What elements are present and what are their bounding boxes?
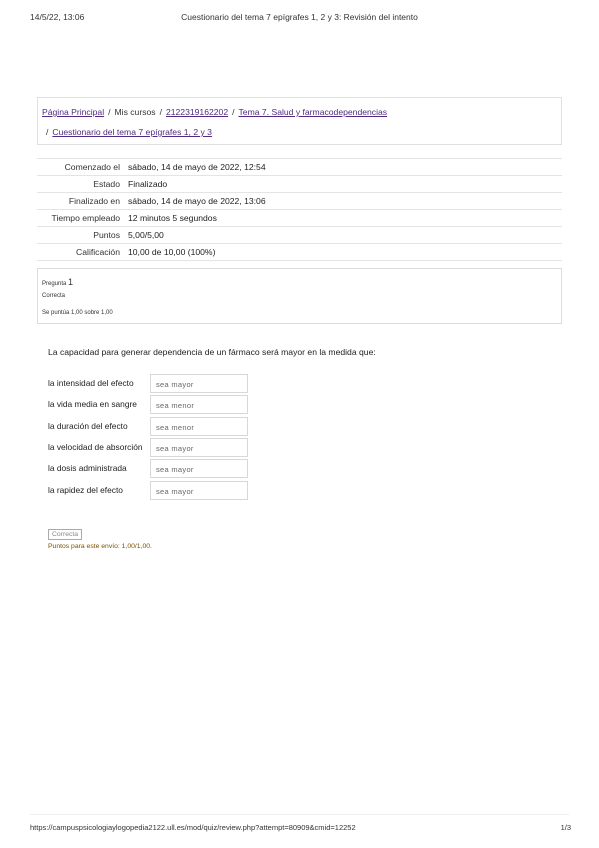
breadcrumb: Página Principal / Mis cursos/212231916220… [37, 97, 562, 145]
question-number: Pregunta 1 [42, 277, 73, 287]
summary-value: 5,00/5,00 [128, 226, 562, 244]
breadcrumb-separator: / [108, 107, 111, 117]
breadcrumb-separator: / [159, 107, 162, 117]
match-answer-select[interactable]: sea mayor [150, 459, 248, 478]
match-label: la rapidez del efecto [48, 485, 123, 495]
match-answer-select[interactable]: sea mayor [150, 438, 248, 457]
breadcrumb-home-link[interactable]: Página Principal [42, 107, 104, 117]
points-note: Puntos para este envío: 1,00/1,00. [48, 543, 152, 550]
match-answer-select[interactable]: sea mayor [150, 481, 248, 500]
footer-page-number: 1/3 [560, 823, 571, 832]
summary-value: 12 minutos 5 segundos [128, 209, 562, 227]
footer-url: https://campuspsicologiaylogopedia2122.u… [30, 823, 356, 832]
summary-value: sábado, 14 de mayo de 2022, 13:06 [128, 192, 562, 210]
match-label: la vida media en sangre [48, 399, 137, 409]
summary-label: Puntos [37, 226, 128, 244]
question-info-box: Pregunta 1 Correcta Se puntúa 1,00 sobre… [37, 268, 562, 324]
match-label: la velocidad de absorción [48, 442, 143, 452]
question-state: Correcta [42, 293, 66, 299]
question-number-prefix: Pregunta [42, 281, 67, 287]
summary-label: Calificación [37, 243, 128, 261]
summary-row: Tiempo empleado 12 minutos 5 segundos [37, 209, 562, 227]
breadcrumb-topic-link[interactable]: Tema 7. Salud y farmacodependencias [239, 107, 388, 117]
breadcrumb-quiz-link[interactable]: Cuestionario del tema 7 epígrafes 1, 2 y… [52, 127, 212, 137]
summary-row: Comenzado el sábado, 14 de mayo de 2022, … [37, 158, 562, 176]
summary-value: Finalizado [128, 175, 562, 193]
match-answer-select[interactable]: sea mayor [150, 374, 248, 393]
summary-row: Finalizado en sábado, 14 de mayo de 2022,… [37, 192, 562, 210]
summary-label: Estado [37, 175, 128, 193]
summary-row: Estado Finalizado [37, 175, 562, 193]
breadcrumb-separator: / [232, 107, 235, 117]
summary-label: Tiempo empleado [37, 209, 128, 227]
attempt-summary-table: Comenzado el sábado, 14 de mayo de 2022, … [37, 158, 562, 261]
summary-label: Finalizado en [37, 192, 128, 210]
summary-value: sábado, 14 de mayo de 2022, 12:54 [128, 158, 562, 176]
breadcrumb-separator: / [46, 127, 49, 137]
feedback-correct-badge: Correcta [48, 529, 83, 540]
match-label: la intensidad del efecto [48, 378, 134, 388]
summary-row: Puntos 5,00/5,00 [37, 226, 562, 244]
breadcrumb-course-link[interactable]: 2122319162202 [166, 107, 228, 117]
breadcrumb-my-courses: Mis cursos [114, 107, 156, 117]
summary-value: 10,00 de 10,00 (100%) [128, 243, 562, 261]
match-label: la duración del efecto [48, 421, 128, 431]
footer-divider [30, 814, 569, 815]
print-title: Cuestionario del tema 7 epígrafes 1, 2 y… [181, 12, 418, 22]
summary-label: Comenzado el [37, 158, 128, 176]
question-text: La capacidad para generar dependencia de… [48, 347, 376, 357]
match-label: la dosis administrada [48, 463, 127, 473]
question-grade: Se puntúa 1,00 sobre 1,00 [42, 310, 113, 316]
question-number-value: 1 [68, 277, 74, 287]
summary-row: Calificación 10,00 de 10,00 (100%) [37, 243, 562, 261]
match-answer-select[interactable]: sea menor [150, 395, 248, 414]
match-answer-select[interactable]: sea menor [150, 417, 248, 436]
